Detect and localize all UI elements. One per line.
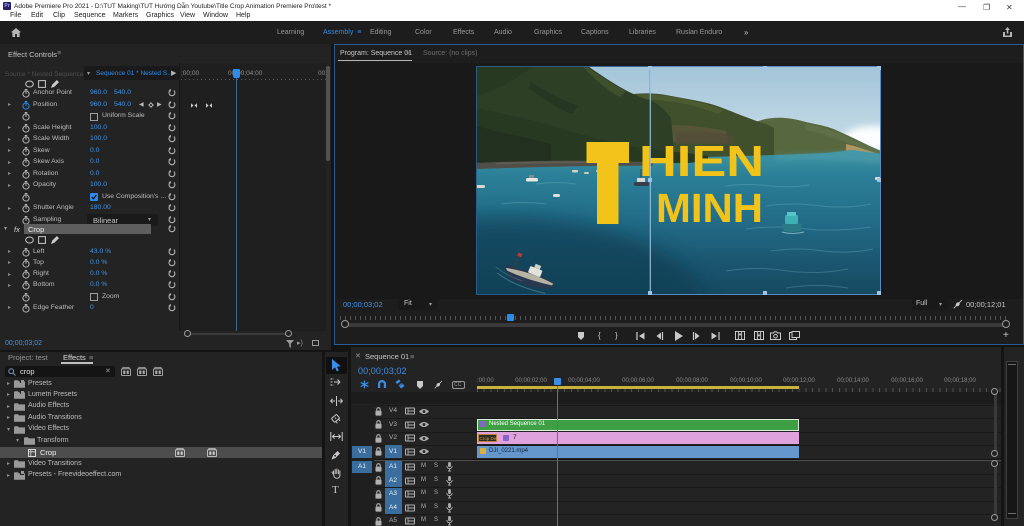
svg-text:MINH: MINH (656, 185, 763, 231)
svg-text:HIEN: HIEN (639, 137, 764, 186)
